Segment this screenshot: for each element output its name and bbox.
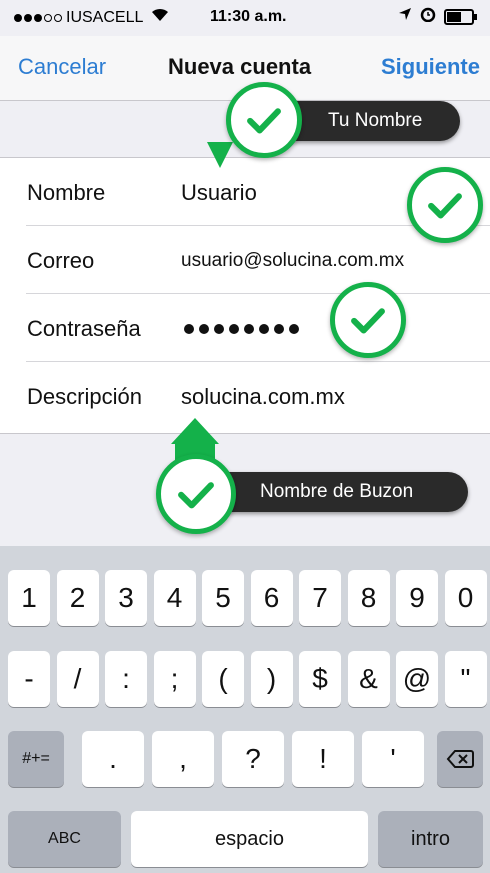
backspace-key[interactable] [437, 731, 483, 787]
password-label: Contraseña [27, 316, 141, 341]
abc-key[interactable]: ABC [8, 811, 121, 867]
key-8[interactable]: 9 [396, 570, 438, 626]
alarm-icon [420, 6, 436, 27]
email-field[interactable]: usuario@solucina.com.mx [181, 250, 404, 272]
symbol-key-8[interactable]: @ [396, 651, 438, 707]
key-9[interactable]: 0 [444, 570, 487, 626]
password-dot [184, 324, 194, 334]
mailbox-callout: Nombre de Buzon [196, 472, 468, 512]
mailbox-check-icon [156, 454, 236, 534]
key-2[interactable]: 3 [105, 570, 147, 626]
password-dot [259, 324, 269, 334]
description-row[interactable]: Descripción solucina.com.mx [0, 362, 490, 430]
punct-key-0[interactable]: . [82, 731, 144, 787]
description-label: Descripción [27, 384, 142, 409]
password-dot [199, 324, 209, 334]
punct-key-1[interactable]: , [152, 731, 214, 787]
password-dot [214, 324, 224, 334]
key-4[interactable]: 5 [202, 570, 244, 626]
cancel-button[interactable]: Cancelar [18, 54, 106, 80]
signal-carrier: IUSACELL [14, 8, 169, 27]
name-field[interactable]: Usuario [181, 180, 257, 206]
name-callout-text: Tu Nombre [328, 110, 423, 131]
symbol-key-6[interactable]: $ [299, 651, 341, 707]
password-dot [289, 324, 299, 334]
key-3[interactable]: 4 [153, 570, 196, 626]
password-field[interactable] [184, 324, 299, 334]
key-5[interactable]: 6 [250, 570, 293, 626]
symbol-key-9[interactable]: " [444, 651, 487, 707]
return-key[interactable]: intro [378, 811, 483, 867]
symbol-key-7[interactable]: & [347, 651, 390, 707]
symbol-key-2[interactable]: : [105, 651, 147, 707]
status-right [398, 6, 477, 27]
signal-icon [14, 13, 62, 22]
wifi-icon [151, 8, 169, 27]
name-callout-pointer [207, 142, 233, 168]
battery-icon [444, 8, 477, 25]
carrier-name: IUSACELL [66, 8, 144, 26]
name-check-icon [226, 82, 302, 158]
name-field-check-icon [407, 167, 483, 243]
punct-key-3[interactable]: ! [292, 731, 354, 787]
symbol-key-0[interactable]: - [8, 651, 50, 707]
key-1[interactable]: 2 [56, 570, 99, 626]
backspace-icon [446, 750, 474, 768]
password-dot [244, 324, 254, 334]
mailbox-callout-text: Nombre de Buzon [260, 481, 414, 502]
password-dot [229, 324, 239, 334]
symbol-key-3[interactable]: ; [153, 651, 196, 707]
key-0[interactable]: 1 [8, 570, 50, 626]
password-row[interactable]: Contraseña [0, 294, 490, 362]
punct-key-4[interactable]: ' [362, 731, 424, 787]
name-label: Nombre [27, 180, 106, 205]
key-6[interactable]: 7 [299, 570, 341, 626]
location-icon [398, 7, 412, 26]
symbol-key-5[interactable]: ) [250, 651, 293, 707]
page-title: Nueva cuenta [168, 54, 312, 79]
next-button[interactable]: Siguiente [381, 54, 480, 80]
keyboard: #+= ABC espacio intro 1 2 3 4 5 6 7 8 9 0 - /:;() $ &… [0, 546, 490, 873]
space-key[interactable]: espacio [131, 811, 368, 867]
key-7[interactable]: 8 [347, 570, 390, 626]
status-bar: IUSACELL 11:30 a.m. [0, 0, 490, 36]
password-check-icon [330, 282, 406, 358]
email-label: Correo [27, 248, 95, 273]
symbol-key-1[interactable]: / [56, 651, 99, 707]
punct-key-2[interactable]: ? [222, 731, 284, 787]
clock: 11:30 a.m. [210, 8, 287, 25]
description-field[interactable]: solucina.com.mx [181, 384, 345, 410]
password-dot [274, 324, 284, 334]
symbols-key[interactable]: #+= [8, 731, 64, 787]
symbol-key-4[interactable]: ( [202, 651, 244, 707]
